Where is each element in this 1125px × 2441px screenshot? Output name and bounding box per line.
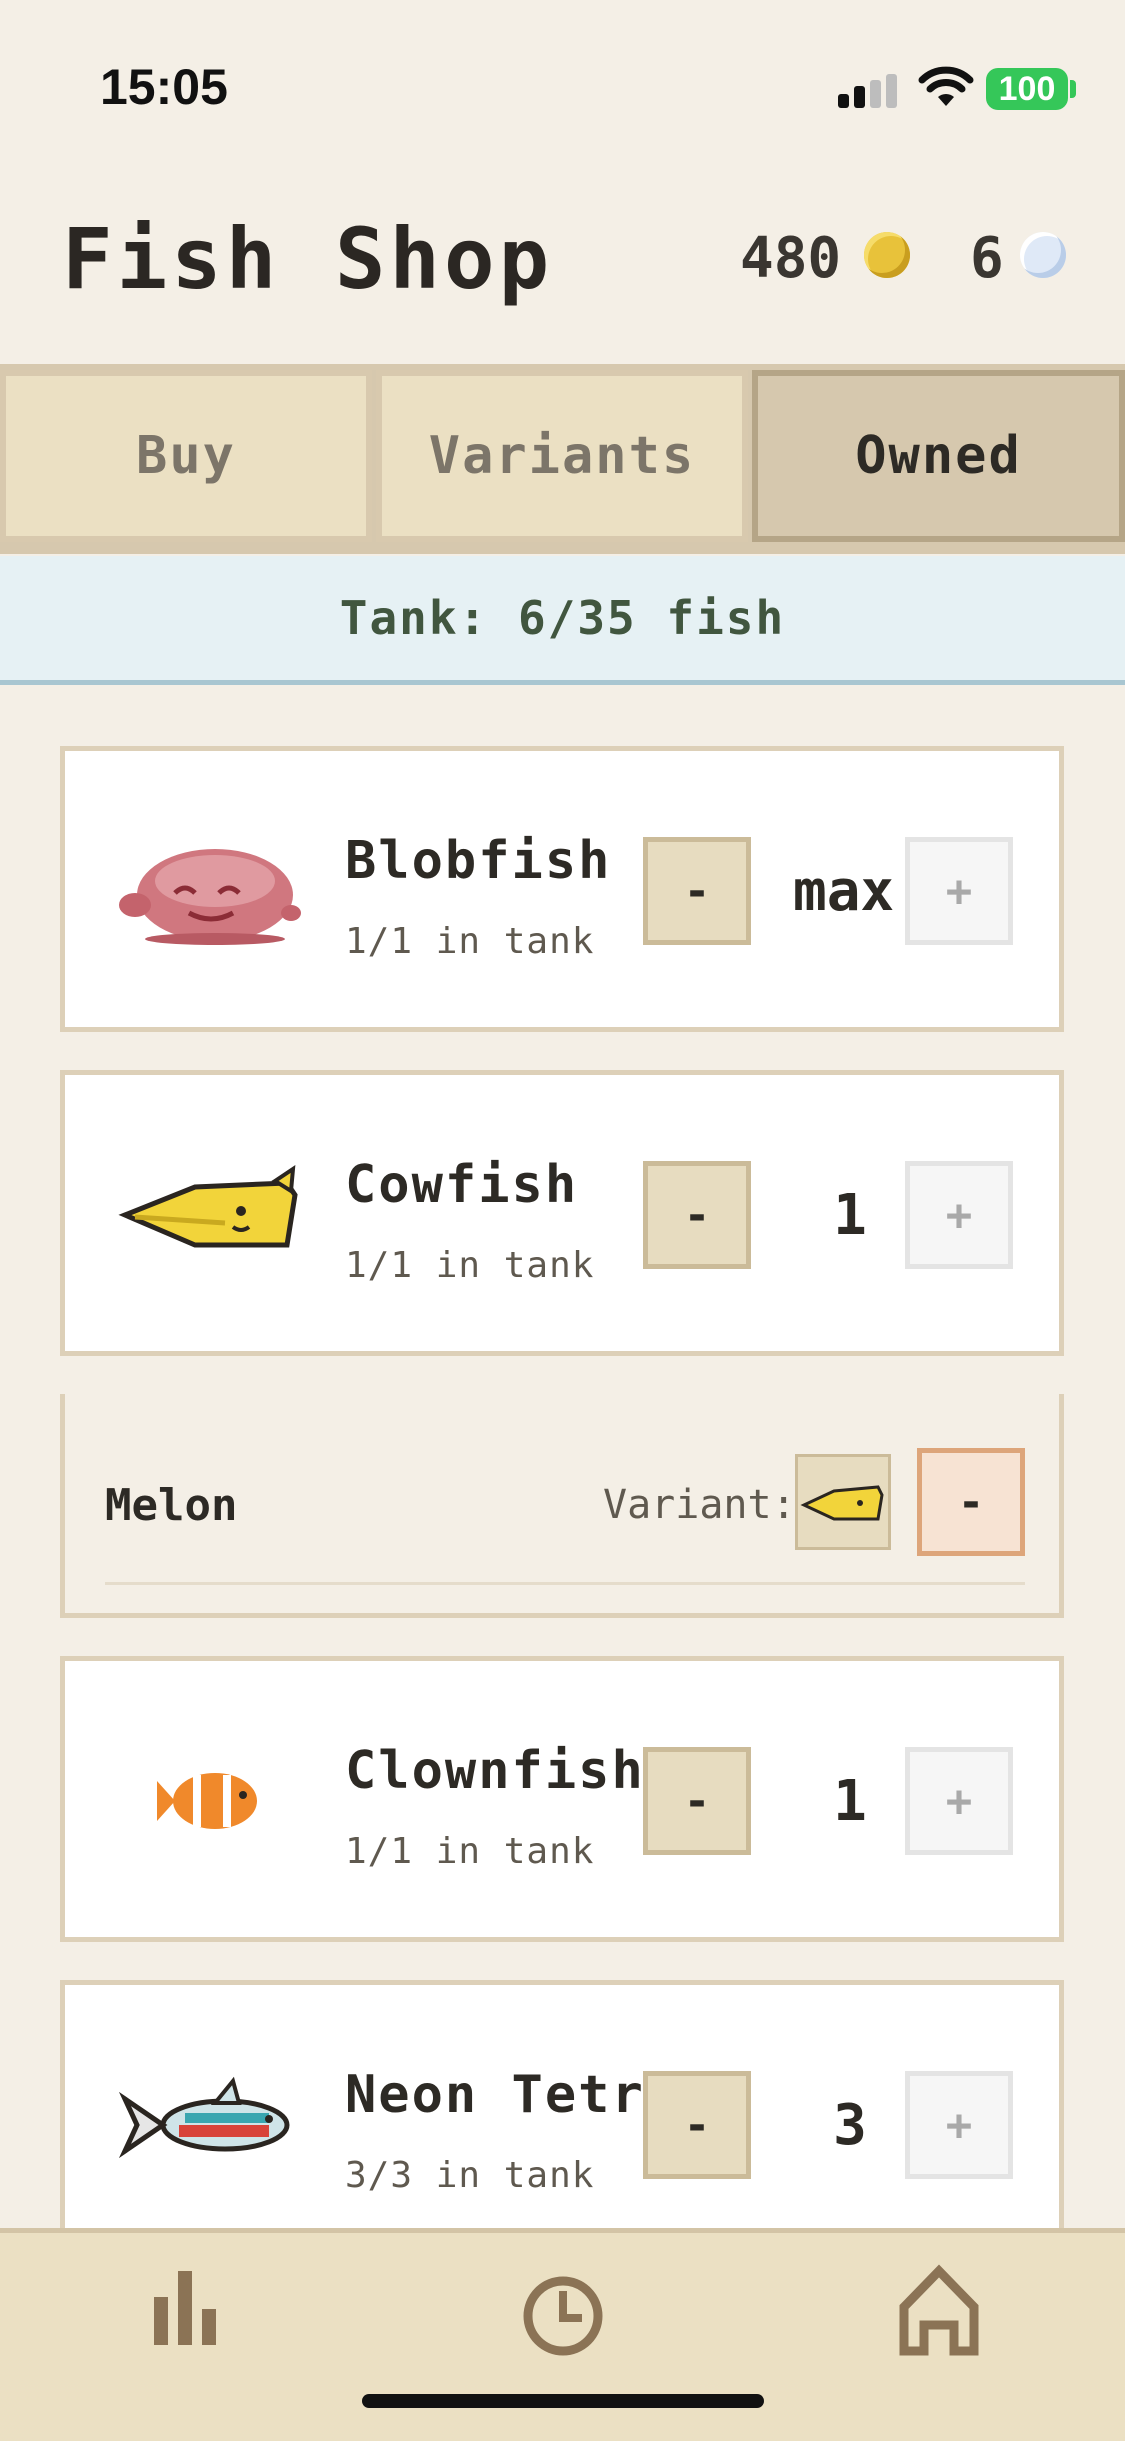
cellular-signal-icon bbox=[838, 74, 897, 108]
fish-name: Neon Tetra bbox=[345, 2065, 679, 2125]
fish-tank-count: 1/1 in tank bbox=[345, 1831, 595, 1872]
tab-variants[interactable]: Variants bbox=[376, 370, 748, 542]
battery-level: 100 bbox=[986, 68, 1068, 110]
stats-icon[interactable] bbox=[148, 2267, 224, 2347]
fish-card-neon-tetra: Neon Tetra 3/3 in tank - 3 + bbox=[60, 1980, 1064, 2266]
home-indicator[interactable] bbox=[362, 2394, 764, 2408]
increase-button[interactable]: + bbox=[905, 837, 1013, 945]
pearl-balance: 6 bbox=[970, 226, 1004, 291]
fish-card-cowfish: Cowfish 1/1 in tank - 1 + bbox=[60, 1070, 1064, 1356]
fish-name: Cowfish bbox=[345, 1155, 579, 1215]
clownfish-icon bbox=[157, 1773, 257, 1829]
increase-button[interactable]: + bbox=[905, 1161, 1013, 1269]
fish-name: Blobfish bbox=[345, 831, 612, 891]
variant-label: Variant: bbox=[603, 1482, 796, 1528]
tab-owned[interactable]: Owned bbox=[752, 370, 1125, 542]
decrease-button[interactable]: - bbox=[643, 2071, 751, 2179]
variant-name: Melon bbox=[105, 1480, 238, 1531]
cowfish-variant-icon bbox=[800, 1485, 884, 1521]
page-title: Fish Shop bbox=[62, 210, 554, 308]
fish-tank-count: 1/1 in tank bbox=[345, 1245, 595, 1286]
tab-buy[interactable]: Buy bbox=[0, 370, 372, 542]
neon-tetra-icon bbox=[118, 2076, 290, 2159]
fish-tank-count: 1/1 in tank bbox=[345, 921, 595, 962]
fish-name: Clownfish bbox=[345, 1741, 645, 1801]
fish-card-blobfish: Blobfish 1/1 in tank - max + bbox=[60, 746, 1064, 1032]
shop-tabs: Buy Variants Owned bbox=[0, 364, 1125, 554]
decrease-button[interactable]: - bbox=[643, 1747, 751, 1855]
variant-thumbnail bbox=[795, 1454, 891, 1550]
status-time: 15:05 bbox=[100, 59, 228, 115]
coin-icon bbox=[864, 232, 910, 278]
increase-button[interactable]: + bbox=[905, 2071, 1013, 2179]
fish-card-clownfish: Clownfish 1/1 in tank - 1 + bbox=[60, 1656, 1064, 1942]
home-icon[interactable] bbox=[894, 2263, 984, 2357]
decrease-button[interactable]: - bbox=[643, 1161, 751, 1269]
coin-balance: 480 bbox=[740, 226, 842, 291]
pearl-icon bbox=[1020, 232, 1066, 278]
timer-icon[interactable] bbox=[520, 2273, 606, 2359]
tank-capacity-banner: Tank: 6/35 fish bbox=[0, 556, 1125, 685]
battery-icon bbox=[1070, 80, 1076, 98]
wifi-icon bbox=[918, 66, 974, 106]
increase-button[interactable]: + bbox=[905, 1747, 1013, 1855]
bottom-navigation bbox=[0, 2228, 1125, 2441]
owned-variant-row: Melon Variant: - bbox=[60, 1394, 1064, 1618]
decrease-button[interactable]: - bbox=[643, 837, 751, 945]
remove-variant-button[interactable]: - bbox=[917, 1448, 1025, 1556]
fish-tank-count: 3/3 in tank bbox=[345, 2155, 595, 2196]
blobfish-icon bbox=[119, 849, 301, 945]
divider bbox=[105, 1582, 1025, 1585]
cowfish-icon bbox=[118, 1165, 298, 1248]
